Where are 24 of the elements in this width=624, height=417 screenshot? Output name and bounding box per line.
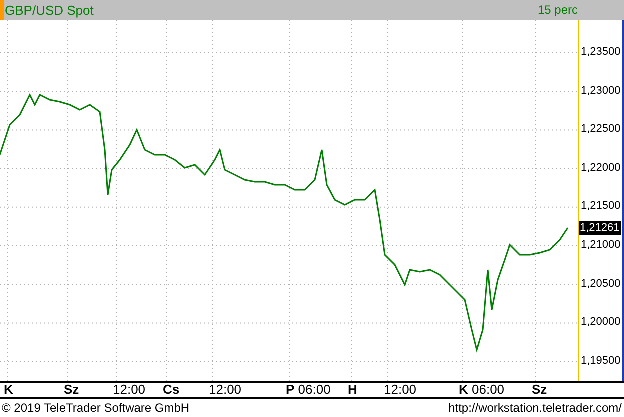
price-tick-label: 1,19500: [581, 356, 621, 367]
time-tick-label: K 06:00: [459, 383, 505, 397]
price-tick-label: 1,20000: [581, 317, 621, 328]
instrument-title: GBP/USD Spot: [5, 4, 94, 16]
price-tick-label: 1,20500: [581, 278, 621, 290]
time-tick-label: 12:00: [384, 383, 417, 397]
last-price-label: 1,21261: [579, 221, 621, 235]
copyright-text: © 2019 TeleTrader Software GmbH: [2, 402, 190, 414]
time-tick-label: Cs: [163, 383, 180, 397]
price-tick-label: 1,21000: [581, 240, 621, 251]
interval-label: 15 perc: [538, 4, 578, 16]
time-tick-label: 12:00: [113, 383, 146, 397]
price-tick-label: 1,22500: [581, 124, 621, 136]
time-tick-label: H: [348, 383, 358, 397]
price-tick-label: 1,23000: [581, 86, 621, 97]
time-tick-label: 12:00: [209, 383, 242, 397]
price-tick-label: 1,22000: [581, 162, 621, 174]
price-tick-label: 1,23500: [581, 47, 621, 58]
time-tick-label: K: [4, 383, 14, 397]
time-tick-label: Sz: [532, 383, 548, 397]
price-tick-label: 1,21500: [581, 201, 621, 212]
website-url: http://workstation.teletrader.com/: [448, 402, 622, 414]
time-tick-label: P 06:00: [286, 383, 331, 397]
time-tick-label: Sz: [64, 383, 80, 397]
